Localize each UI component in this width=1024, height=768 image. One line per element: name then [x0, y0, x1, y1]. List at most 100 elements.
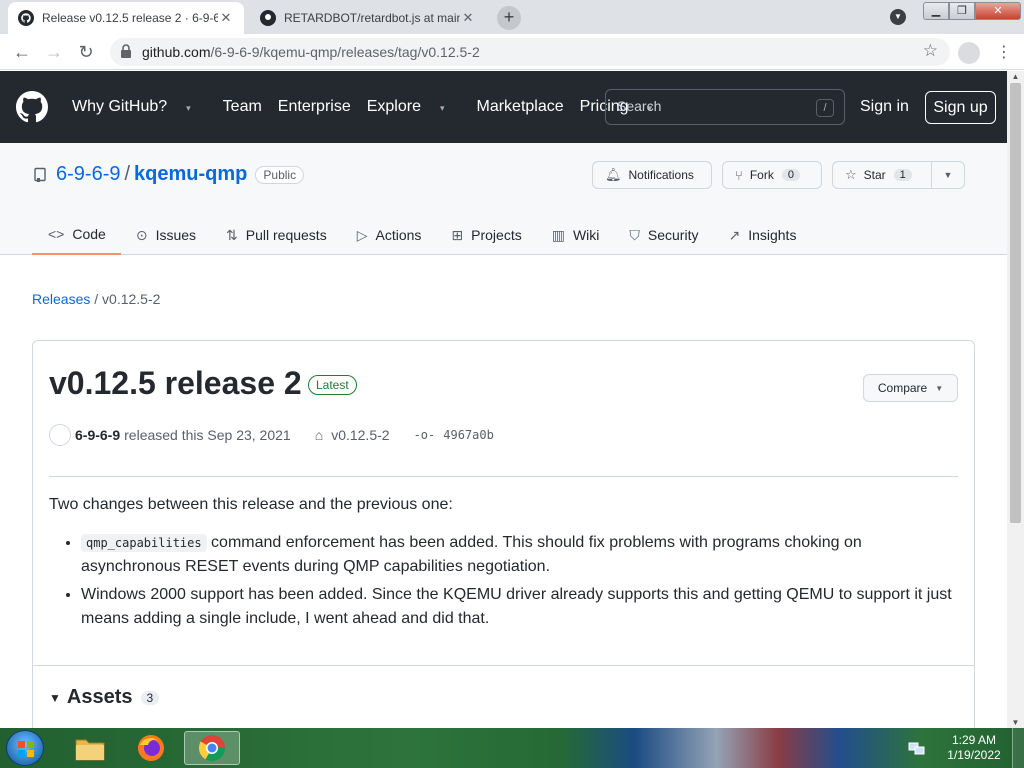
chrome-taskbar-button[interactable] [184, 731, 240, 765]
browser-tabstrip: Release v0.12.5 release 2 · 6-9-6- ✕ RET… [0, 0, 1024, 34]
chevron-down-icon: ▼ [935, 383, 944, 393]
address-bar[interactable]: github.com/6-9-6-9/kqemu-qmp/releases/ta… [110, 38, 950, 66]
chevron-down-icon: ▾ [439, 103, 445, 113]
taskbar-clock[interactable]: 1:29 AM 1/19/2022 [942, 733, 1006, 763]
close-tab-icon[interactable]: ✕ [218, 10, 234, 26]
github-search-input[interactable]: Search / [605, 89, 845, 125]
star-dropdown-button[interactable]: ▼ [931, 161, 965, 189]
menu-kebab-icon[interactable]: ⋮ [996, 42, 1012, 62]
tab-search-icon[interactable]: ▼ [890, 9, 906, 25]
nav-explore[interactable]: Explore ▾ [367, 98, 461, 116]
breadcrumb-releases-link[interactable]: Releases [32, 291, 90, 307]
divider [33, 665, 974, 666]
sign-in-link[interactable]: Sign in [860, 98, 909, 116]
tab-title: Release v0.12.5 release 2 · 6-9-6- [42, 11, 218, 25]
page-scrollbar[interactable]: ▲ ▼ [1007, 71, 1024, 728]
bookmark-star-icon[interactable]: ☆ [923, 41, 938, 61]
release-commit[interactable]: -o- 4967a0b [414, 428, 494, 442]
lock-icon [121, 44, 131, 58]
url-host: github.com [142, 44, 211, 60]
sign-up-button[interactable]: Sign up [925, 91, 996, 124]
tab-issues[interactable]: ⊙ Issues [121, 215, 211, 255]
tab-label: Security [647, 227, 699, 243]
network-icon[interactable] [908, 739, 926, 757]
notifications-button[interactable]: 🔔︎ Notifications [592, 161, 712, 189]
breadcrumb-separator: / [94, 291, 99, 307]
shield-icon: ⛉ [629, 226, 640, 243]
fork-count: 0 [781, 169, 800, 181]
nav-marketplace[interactable]: Marketplace [477, 98, 564, 116]
assets-toggle[interactable]: ▼ Assets 3 [49, 686, 160, 709]
release-title: v0.12.5 release 2 [49, 365, 302, 401]
author-link[interactable]: 6-9-6-9 [75, 427, 120, 443]
notifications-label: Notifications [628, 168, 694, 182]
tab-pull-requests[interactable]: ⇅ Pull requests [211, 215, 342, 255]
browser-tab-release[interactable]: Release v0.12.5 release 2 · 6-9-6- ✕ [8, 2, 244, 34]
github-logo-icon[interactable] [16, 91, 48, 123]
clock-time: 1:29 AM [951, 733, 997, 747]
avatar[interactable] [49, 424, 71, 446]
nav-why-github[interactable]: Why GitHub? ▾ [72, 98, 207, 116]
tab-code[interactable]: <> Code [32, 215, 121, 255]
close-window-button[interactable]: ✕ [975, 2, 1021, 20]
nav-enterprise[interactable]: Enterprise [278, 98, 351, 116]
repo-icon [34, 167, 46, 182]
github-favicon-icon [260, 10, 276, 26]
repo-tabs: <> Code ⊙ Issues ⇅ Pull requests ▷ Actions ⊞… [32, 215, 811, 255]
close-tab-icon[interactable]: ✕ [460, 10, 476, 26]
scroll-up-icon[interactable]: ▲ [1007, 72, 1024, 81]
star-button[interactable]: ☆ Star 1 [832, 161, 932, 189]
fork-button[interactable]: ⑂ Fork 0 [722, 161, 822, 189]
minimize-button[interactable]: ▁ [923, 2, 949, 20]
explorer-taskbar-button[interactable] [62, 731, 118, 765]
breadcrumb-current: v0.12.5-2 [102, 291, 161, 307]
tab-projects[interactable]: ⊞ Projects [436, 215, 536, 255]
star-label: Star [863, 168, 886, 182]
tag-label: v0.12.5-2 [331, 427, 390, 443]
change-list: qmp_capabilities command enforcement has… [49, 531, 958, 631]
tab-title: RETARDBOT/retardbot.js at main [284, 11, 460, 25]
tab-label: Code [72, 226, 106, 242]
nav-team[interactable]: Team [223, 98, 262, 116]
star-icon: ☆ [845, 167, 857, 182]
back-arrow-icon[interactable]: ← [12, 42, 32, 63]
browser-tab-retardbot[interactable]: RETARDBOT/retardbot.js at main ✕ [250, 2, 486, 34]
fork-icon: ⑂ [735, 167, 743, 183]
repo-title: 6-9-6-9 / kqemu-qmp Public [32, 163, 305, 186]
restore-button[interactable]: ❐ [949, 2, 975, 20]
commit-label: 4967a0b [443, 428, 494, 442]
fork-label: Fork [749, 168, 774, 182]
show-desktop-button[interactable] [1012, 728, 1024, 768]
forward-arrow-icon[interactable]: → [44, 42, 64, 63]
tab-wiki[interactable]: ▥ Wiki [537, 215, 615, 255]
profile-avatar-icon[interactable] [958, 42, 980, 64]
inline-code: qmp_capabilities [81, 534, 207, 552]
scroll-down-icon[interactable]: ▼ [1007, 718, 1024, 727]
tab-actions[interactable]: ▷ Actions [342, 215, 437, 255]
scrollbar-thumb[interactable] [1010, 83, 1021, 523]
firefox-taskbar-button[interactable] [123, 731, 179, 765]
github-header: Why GitHub? ▾ Team Enterprise Explore ▾ Ma… [0, 71, 1007, 143]
tab-security[interactable]: ⛉ Security [614, 215, 713, 255]
compare-button[interactable]: Compare ▼ [863, 374, 958, 402]
tag-icon: ⌂ [314, 427, 324, 443]
tab-label: Actions [375, 227, 422, 243]
tab-label: Issues [155, 227, 197, 243]
bell-icon: 🔔︎ [605, 167, 622, 182]
url-text: github.com/6-9-6-9/kqemu-qmp/releases/ta… [142, 44, 480, 60]
tab-insights[interactable]: ↗ Insights [713, 215, 811, 255]
list-item: Windows 2000 support has been added. Sin… [81, 583, 958, 631]
tab-label: Projects [471, 227, 522, 243]
new-tab-button[interactable]: + [497, 6, 521, 30]
start-button[interactable] [6, 730, 44, 766]
release-tag[interactable]: ⌂ v0.12.5-2 [315, 427, 390, 443]
github-nav: Why GitHub? ▾ Team Enterprise Explore ▾ Ma… [72, 98, 684, 116]
url-path: /6-9-6-9/kqemu-qmp/releases/tag/v0.12.5-… [210, 44, 480, 60]
assets-label: Assets [66, 686, 133, 708]
repo-name-link[interactable]: kqemu-qmp [134, 163, 247, 186]
issue-icon: ⊙ [135, 226, 148, 243]
repo-owner-link[interactable]: 6-9-6-9 [56, 163, 120, 186]
repo-separator: / [124, 163, 131, 185]
assets-count: 3 [140, 690, 160, 705]
reload-icon[interactable]: ↻ [76, 42, 96, 63]
